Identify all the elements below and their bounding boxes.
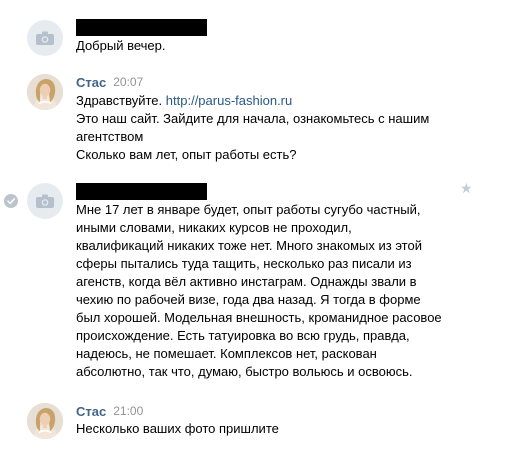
star-icon[interactable]: ★ <box>460 181 473 195</box>
avatar[interactable] <box>27 183 63 219</box>
message-text: Мне 17 лет в январе будет, опыт работы с… <box>76 201 476 381</box>
message-line: Сколько вам лет, опыт работы есть? <box>76 147 297 162</box>
avatar[interactable] <box>27 74 63 110</box>
message-line: абсолютно, так что, думаю, быстро вольюс… <box>76 364 413 379</box>
message-text: Добрый вечер. <box>76 37 476 55</box>
author-name[interactable]: Стас <box>76 75 106 90</box>
message-header <box>76 181 207 201</box>
message-line: Мне 17 лет в январе будет, опыт работы с… <box>76 202 421 217</box>
message-line: агенств, когда вёл активно инстаграм. Од… <box>76 274 417 289</box>
avatar[interactable] <box>27 20 63 56</box>
message-line: квалификаций никаких тоже нет. Много зна… <box>76 238 422 253</box>
camera-icon <box>36 194 54 208</box>
redacted-author-name <box>76 182 207 200</box>
message-line: Несколько ваших фото пришлите <box>76 421 279 436</box>
site-link[interactable]: http://parus-fashion.ru <box>166 93 292 108</box>
message-text: Здравствуйте. http://parus-fashion.ru Эт… <box>76 92 476 164</box>
message-line: агентством <box>76 129 144 144</box>
author-name[interactable]: Стас <box>76 404 106 419</box>
greeting-text: Здравствуйте. <box>76 93 163 108</box>
message-line: Это наш сайт. Зайдите для начала, ознако… <box>76 111 430 126</box>
message-text: Несколько ваших фото пришлите <box>76 420 476 438</box>
message-header <box>76 17 207 37</box>
message-line: Добрый вечер. <box>76 38 166 53</box>
message-line: происхождение. Есть татуировка во всю гр… <box>76 328 410 343</box>
message-line: иными словами, никаких курсов не проходи… <box>76 220 352 235</box>
avatar[interactable] <box>27 403 63 439</box>
message-line: чехию по рабочей визе, года два назад. Я… <box>76 292 421 307</box>
message-header: Стас 21:00 <box>76 401 143 421</box>
message-line: надеюсь, не помешает. Комплексов нет, ра… <box>76 346 377 361</box>
camera-icon <box>36 31 54 45</box>
redacted-author-name <box>76 18 207 36</box>
message-header: Стас 20:07 <box>76 72 143 92</box>
message-line: сферы пытались туда тащить, несколько ра… <box>76 256 412 271</box>
message-line: был хорошей. Модельная внешность, кроман… <box>76 310 442 325</box>
message-line: Здравствуйте. http://parus-fashion.ru <box>76 92 476 110</box>
timestamp[interactable]: 20:07 <box>113 75 143 89</box>
check-icon[interactable] <box>4 194 18 208</box>
user-photo <box>27 74 63 110</box>
user-photo <box>27 403 63 439</box>
timestamp[interactable]: 21:00 <box>113 404 143 418</box>
